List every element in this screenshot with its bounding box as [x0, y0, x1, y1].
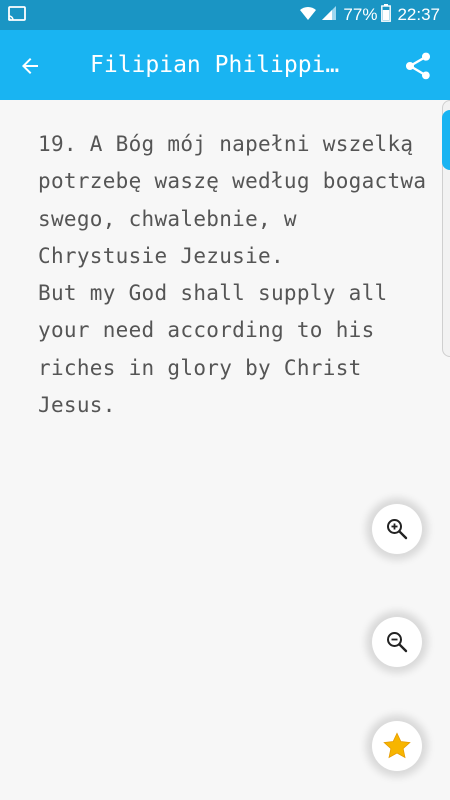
battery-icon [381, 3, 392, 27]
zoom-out-icon [387, 632, 408, 653]
zoom-in-icon [387, 519, 408, 540]
verse-english: But my God shall supply all your need ac… [38, 281, 401, 418]
verse-content: 19. A Bóg mój napełni wszelką potrzebę w… [38, 126, 438, 424]
share-button[interactable] [400, 48, 436, 84]
status-icons: 77% 22:37 [299, 3, 440, 27]
app-bar: Filipian Philippi… [0, 30, 450, 100]
status-time: 22:37 [397, 5, 440, 24]
arrow-left-icon [22, 58, 38, 74]
wifi-icon [299, 5, 317, 26]
favorite-button[interactable] [372, 721, 422, 771]
share-icon [406, 52, 430, 80]
back-button[interactable] [14, 50, 46, 82]
cast-icon [8, 6, 26, 22]
battery-percent: 77% [343, 5, 378, 24]
zoom-out-button[interactable] [372, 617, 422, 667]
page-title: Filipian Philippi… [90, 52, 340, 78]
zoom-in-button[interactable] [372, 504, 422, 554]
scroll-handle[interactable] [442, 110, 450, 170]
star-icon [383, 732, 411, 759]
signal-icon [321, 5, 337, 26]
verse-polish: 19. A Bóg mój napełni wszelką potrzebę w… [38, 132, 440, 268]
status-bar: 77% 22:37 [0, 0, 450, 30]
